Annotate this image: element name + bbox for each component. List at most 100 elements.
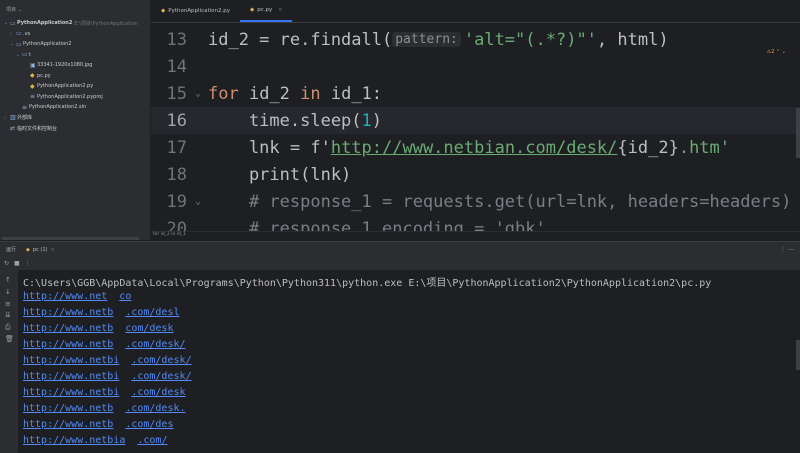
arrow-down-icon[interactable]: ↓ <box>5 288 11 296</box>
inspection-warnings[interactable]: ⚠2 ⌃ ⌄ <box>767 49 786 55</box>
console-link[interactable]: http://www.netbi <box>23 355 119 366</box>
run-panel-header: 运行 ◆ pc (1) × ⋮ — <box>0 241 800 257</box>
run-tab-label: pc (1) <box>32 246 48 253</box>
code-text: {id_2} <box>617 137 679 158</box>
file-icon: ▭ <box>16 30 22 38</box>
tab-pc-py[interactable]: ◆ pc.py × <box>240 0 293 22</box>
stop-icon[interactable]: ■ <box>14 260 20 267</box>
code-url-link[interactable]: http://www.netbian.com/desk/ <box>331 138 618 158</box>
console-link[interactable]: http://www.netb <box>23 403 113 414</box>
tree-item[interactable]: › ▥ 外部库 <box>0 113 150 124</box>
console-link[interactable]: co <box>119 291 131 302</box>
fold-chevron-down-icon[interactable]: ⌄ <box>195 196 208 207</box>
code-string: .htm' <box>678 137 731 158</box>
tree-item-label: PythonApplication2 <box>17 20 73 27</box>
tree-item[interactable]: ◆ pc.py <box>0 71 150 82</box>
close-icon[interactable]: × <box>50 247 54 253</box>
console-output-line: http://www.netb .com/desk. <box>23 403 186 414</box>
code-line[interactable]: 17 lnk = f' http://www.netbian.com/desk/{… <box>151 134 800 161</box>
console-link[interactable]: .com/desk <box>131 387 185 398</box>
console-link[interactable]: com/desk <box>125 323 173 334</box>
code-text: time.sleep( <box>208 110 362 131</box>
code-line-current[interactable]: 16 time.sleep(1) <box>151 107 800 134</box>
console-output-line: http://www.netbi .com/desk/ <box>23 371 192 382</box>
console-scroll-thumb[interactable] <box>796 340 800 370</box>
code-text: lnk = f' <box>208 137 331 158</box>
close-icon[interactable]: × <box>278 7 282 13</box>
run-console[interactable]: C:\Users\GGB\AppData\Local\Programs\Pyth… <box>18 270 800 453</box>
console-link[interactable]: .com/ <box>137 435 167 446</box>
console-link[interactable]: .com/desk. <box>125 403 185 414</box>
console-link[interactable]: http://www.netbi <box>23 371 119 382</box>
tree-item[interactable]: ◆ PythonApplication2.py <box>0 81 150 92</box>
tree-item[interactable]: ≡ PythonApplication2.pyproj <box>0 92 150 103</box>
code-text: print(lnk) <box>208 164 352 185</box>
console-link[interactable]: .com/desk/ <box>131 355 191 366</box>
tree-item-path: E:\项目\PythonApplication <box>74 20 138 27</box>
scroll-to-end-icon[interactable]: ⇊ <box>5 311 11 319</box>
print-icon[interactable]: ⎙ <box>5 323 11 332</box>
tab-pythonapplication2[interactable]: ◆ PythonApplication2.py <box>151 0 240 22</box>
tree-item-label: 33341-1920x1080.jpg <box>37 62 93 69</box>
rerun-icon[interactable]: ↻ <box>4 260 9 267</box>
sidebar-scrollbar[interactable] <box>0 237 150 240</box>
console-link[interactable]: http://www.netb <box>23 419 113 430</box>
fold-chevron-down-icon[interactable]: ⌄ <box>195 88 208 99</box>
tree-item[interactable]: ⌄ ▭ PythonApplication2 E:\项目\PythonApplicat… <box>0 18 150 29</box>
console-link[interactable]: .com/desk/ <box>125 339 185 350</box>
line-number: 18 <box>166 164 187 185</box>
tree-item[interactable]: ▣ 33341-1920x1080.jpg <box>0 60 150 71</box>
more-icon[interactable]: ⋮ <box>25 260 31 267</box>
parameter-hint: pattern: <box>392 32 461 47</box>
console-link[interactable]: .com/desk/ <box>131 371 191 382</box>
code-number: 1 <box>361 110 372 131</box>
line-number: 13 <box>166 29 187 50</box>
console-link[interactable]: http://www.netb <box>23 307 113 318</box>
trash-icon[interactable]: 🗑 <box>5 335 14 343</box>
console-link[interactable]: http://www.netbi <box>23 387 119 398</box>
tree-item[interactable]: › ▭ .vs <box>0 29 150 40</box>
file-icon: ≡ <box>22 103 28 111</box>
console-output-line: http://www.netb .com/des <box>23 419 173 430</box>
run-tab[interactable]: ◆ pc (1) × <box>26 247 55 253</box>
console-scrollbar[interactable] <box>796 270 800 453</box>
code-editor[interactable]: 13 id_2 = re.findall(pattern:'alt="(.*?)… <box>151 23 800 231</box>
console-link[interactable]: http://www.netb <box>23 339 113 350</box>
tree-item[interactable]: ⌄ ▭ PythonApplication2 <box>0 39 150 50</box>
line-number: 20 <box>166 218 187 232</box>
project-header[interactable]: 项目 ⌄ <box>0 0 150 18</box>
code-line[interactable]: 15 ⌄ for id_2 in id_1: <box>151 80 800 107</box>
sidebar-scroll-thumb[interactable] <box>2 237 139 240</box>
code-line[interactable]: 18 print(lnk) <box>151 161 800 188</box>
console-link[interactable]: http://www.netb <box>23 323 113 334</box>
file-icon: ▥ <box>10 114 16 122</box>
arrow-up-icon[interactable]: ↑ <box>5 276 11 284</box>
more-options-icon[interactable]: ⋮ — <box>780 246 794 253</box>
code-line[interactable]: 20 # response_1.encoding = 'gbk' <box>151 215 800 232</box>
code-line[interactable]: 13 id_2 = re.findall(pattern:'alt="(.*?)… <box>151 26 800 53</box>
file-icon: ≡ <box>30 93 36 101</box>
code-line[interactable]: 14 <box>151 53 800 80</box>
console-link[interactable]: http://www.net <box>23 291 107 302</box>
code-string: 'alt="(.*?)"' <box>463 29 597 50</box>
run-panel-label: 运行 <box>6 247 17 253</box>
tree-item[interactable]: ⇄ 临时文件和控制台 <box>0 123 150 134</box>
tab-label: PythonApplication2.py <box>168 8 231 14</box>
project-sidebar: 项目 ⌄ ⌄ ▭ PythonApplication2 E:\项目\PythonApp… <box>0 0 151 240</box>
code-line[interactable]: 19 ⌄ # response_1 = requests.get(url=lnk… <box>151 188 800 215</box>
code-keyword: for <box>208 83 239 104</box>
tree-item[interactable]: ≡ PythonApplication2.sln <box>0 102 150 113</box>
console-link[interactable]: .com/desl <box>125 307 179 318</box>
editor-scrollbar[interactable] <box>796 108 800 158</box>
console-output-line: http://www.netb com/desk <box>23 323 173 334</box>
tree-item[interactable]: ⌄ ▭ t <box>0 50 150 61</box>
line-number: 14 <box>166 56 187 77</box>
code-text: ) <box>371 110 383 131</box>
soft-wrap-icon[interactable]: ≡ <box>5 300 11 308</box>
console-link[interactable]: .com/des <box>125 419 173 430</box>
console-link[interactable]: http://www.netbia <box>23 435 125 446</box>
console-output-line: http://www.netbia .com/ <box>23 435 167 446</box>
console-command: C:\Users\GGB\AppData\Local\Programs\Pyth… <box>23 278 712 289</box>
python-file-icon: ◆ <box>250 7 255 13</box>
breadcrumb[interactable]: for id_2 in id_1 <box>151 231 800 241</box>
